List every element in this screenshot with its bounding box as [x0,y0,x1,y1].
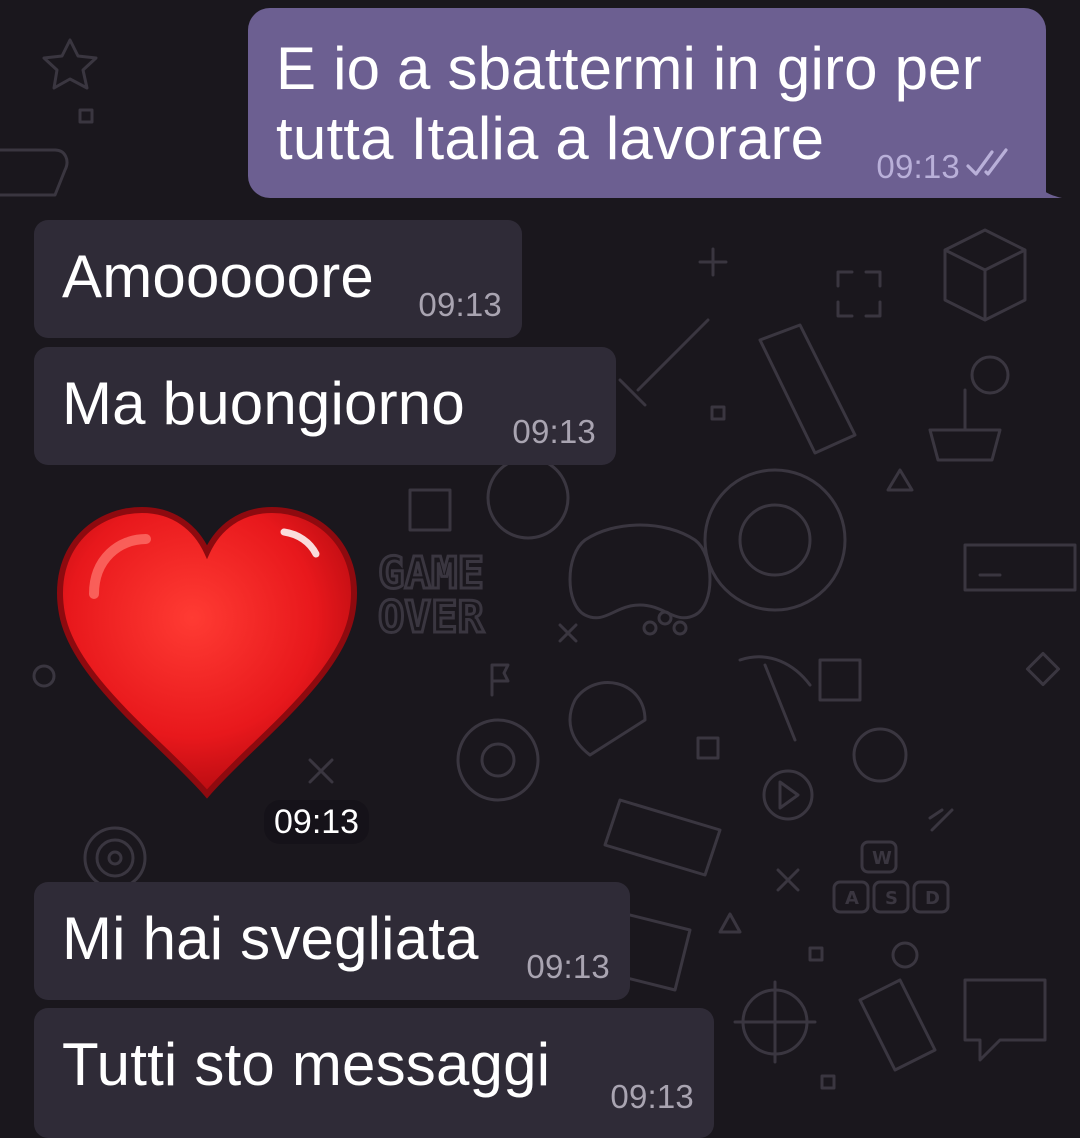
incoming-message-bubble[interactable]: Ma buongiorno 09:13 [34,347,616,465]
square-doodle [1025,651,1061,687]
card-doodle [858,978,937,1072]
circle-doodle [891,941,919,969]
square-doodle [808,946,824,962]
wallpaper-key-d: D [925,888,940,909]
red-heart-sticker[interactable] [54,504,360,804]
triangle-doodle [886,468,914,492]
incoming-message-bubble[interactable]: Amooooore 09:13 [34,220,522,338]
double-check-read-icon [966,148,1008,176]
cap-doodle [568,681,647,757]
star-doodle [42,38,98,90]
message-time: 09:13 [526,948,610,985]
wallpaper-key-s: S [885,888,898,909]
pickaxe-doodle [738,655,812,742]
message-text: Ma buongiorno [62,370,465,437]
wallpaper-text-over: OVER [378,592,484,643]
brick-doodle [408,488,452,532]
sticker-time: 09:13 [264,800,370,844]
message-text: Tutti sto messaggi [62,1031,551,1098]
wallpaper-key-a: A [845,888,859,909]
x-doodle [558,623,578,643]
message-time: 09:13 [610,1078,694,1115]
wallpaper-key-w: W [872,848,892,869]
circle-doodle [32,664,56,688]
message-text: Mi hai svegliata [62,905,479,972]
heart-bubble-doodle [963,978,1047,1062]
phone-doodle [758,323,857,455]
bracket-doodle [836,270,882,318]
x-doodle [776,868,800,892]
puzzle-doodle [818,658,862,702]
flag-doodle [490,663,510,697]
message-time: 09:13 [876,148,960,185]
target-doodle [83,826,147,890]
gear-doodle [456,718,540,802]
square-doodle [820,1074,836,1090]
joystick-doodle [928,388,1002,462]
vr-headset-doodle [0,148,69,197]
cube-doodle [943,228,1027,322]
message-time: 09:13 [512,413,596,450]
incoming-message-bubble[interactable]: Tutti sto messaggi 09:13 [34,1008,714,1138]
play-doodle [762,769,814,821]
square-doodle [78,108,94,124]
plus-doodle [698,247,728,277]
triangle-doodle [718,912,742,934]
square-doodle [710,405,726,421]
controller-doodle [568,523,712,620]
flag-doodle [928,808,954,832]
bubble-tail-icon [1032,172,1062,198]
medal-doodle [852,727,908,783]
cassette-doodle [603,798,722,877]
message-time: 09:13 [418,286,502,323]
sword-doodle [618,318,710,407]
square-doodle [696,736,720,760]
outgoing-message-bubble[interactable]: E io a sbattermi in giro per tutta Itali… [248,8,1062,198]
incoming-message-bubble[interactable]: Mi hai svegliata 09:13 [34,882,630,1000]
console-doodle [963,543,1077,592]
outgoing-message-line-1: E io a sbattermi in giro per [276,35,982,102]
message-text: Amooooore [62,243,374,310]
bowling-ball-doodle [486,456,570,540]
steering-wheel-doodle [703,468,847,612]
